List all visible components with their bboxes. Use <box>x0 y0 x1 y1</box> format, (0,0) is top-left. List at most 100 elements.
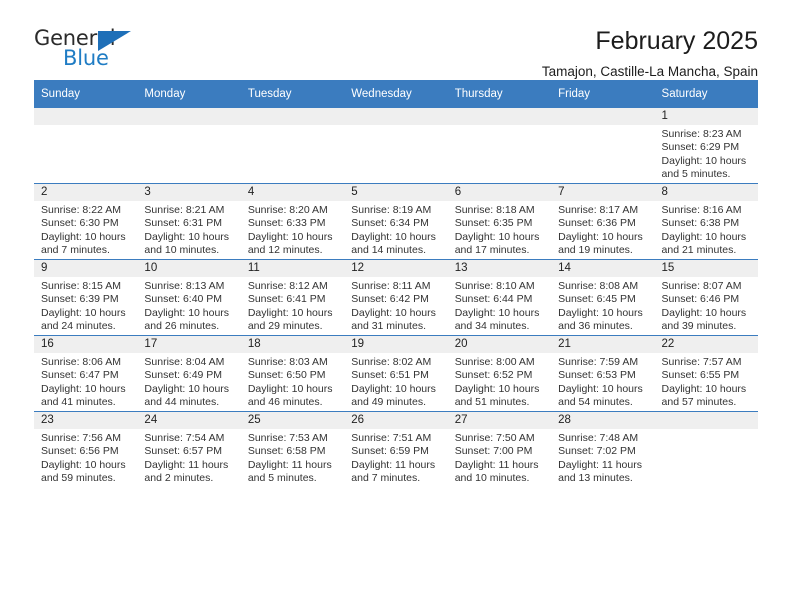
sunrise-time: Sunrise: 7:48 AM <box>558 432 639 444</box>
day-details: Sunrise: 8:10 AM Sunset: 6:44 PM Daylight:… <box>448 277 551 334</box>
day-details: Sunrise: 8:07 AM Sunset: 6:46 PM Daylight:… <box>655 277 758 334</box>
calendar-day-cell[interactable]: 16 Sunrise: 8:06 AM Sunset: 6:47 PM Dayligh… <box>34 335 138 412</box>
day-details: Sunrise: 7:53 AM Sunset: 6:58 PM Daylight:… <box>241 429 344 486</box>
daylight-duration-line1: Daylight: 10 hours <box>144 306 230 319</box>
day-details <box>655 429 758 432</box>
calendar-day-cell[interactable]: 2 Sunrise: 8:22 AM Sunset: 6:30 PM Daylight… <box>34 183 138 260</box>
daylight-duration-line2: and 41 minutes. <box>41 396 116 409</box>
day-number: 17 <box>137 336 241 353</box>
daylight-duration-line1: Daylight: 10 hours <box>144 230 230 243</box>
calendar-day-cell[interactable]: 9 Sunrise: 8:15 AM Sunset: 6:39 PM Daylight… <box>34 259 138 336</box>
calendar-day-cell[interactable]: 22 Sunrise: 7:57 AM Sunset: 6:55 PM Dayligh… <box>654 335 758 412</box>
calendar-day-cell[interactable]: 26 Sunrise: 7:51 AM Sunset: 6:59 PM Dayligh… <box>344 411 448 487</box>
calendar-day-cell[interactable]: 14 Sunrise: 8:08 AM Sunset: 6:45 PM Dayligh… <box>551 259 655 336</box>
daylight-duration-line1: Daylight: 11 hours <box>247 458 332 471</box>
day-details: Sunrise: 8:08 AM Sunset: 6:45 PM Daylight:… <box>551 277 654 334</box>
day-number: 19 <box>344 336 448 353</box>
weekday-header-thursday: Thursday <box>447 80 552 108</box>
calendar-day-cell-empty <box>654 411 758 487</box>
sunset-time: Sunset: 6:55 PM <box>661 369 740 382</box>
daylight-duration-line1: Daylight: 10 hours <box>247 230 333 243</box>
sunrise-time: Sunrise: 7:59 AM <box>558 356 639 368</box>
sunrise-time: Sunrise: 8:11 AM <box>351 280 431 292</box>
day-number: 11 <box>240 260 345 277</box>
daylight-duration-line1: Daylight: 11 hours <box>144 458 229 471</box>
day-number: 27 <box>447 412 552 429</box>
calendar-day-cell[interactable]: 19 Sunrise: 8:02 AM Sunset: 6:51 PM Dayligh… <box>344 335 448 412</box>
weekday-header-tuesday: Tuesday <box>240 80 345 108</box>
day-number: 20 <box>447 336 552 353</box>
sunset-time: Sunset: 6:31 PM <box>144 217 223 230</box>
calendar-day-cell[interactable]: 8 Sunrise: 8:16 AM Sunset: 6:38 PM Daylight… <box>654 183 758 260</box>
calendar-day-cell-empty <box>240 108 345 184</box>
calendar-day-cell[interactable]: 4 Sunrise: 8:20 AM Sunset: 6:33 PM Daylight… <box>240 183 345 260</box>
sunset-time: Sunset: 6:41 PM <box>247 293 326 306</box>
daylight-duration-line1: Daylight: 10 hours <box>144 382 230 395</box>
daylight-duration-line1: Daylight: 10 hours <box>41 230 126 243</box>
sunset-time: Sunset: 7:00 PM <box>454 445 533 458</box>
day-details: Sunrise: 8:15 AM Sunset: 6:39 PM Daylight:… <box>34 277 137 334</box>
calendar-day-cell[interactable]: 20 Sunrise: 8:00 AM Sunset: 6:52 PM Dayligh… <box>447 335 552 412</box>
daylight-duration-line1: Daylight: 10 hours <box>661 306 747 319</box>
daylight-duration-line1: Daylight: 10 hours <box>558 230 643 243</box>
calendar-body: 1 Sunrise: 8:23 AM Sunset: 6:29 PM Daylight… <box>34 108 758 487</box>
calendar-day-cell[interactable]: 25 Sunrise: 7:53 AM Sunset: 6:58 PM Dayligh… <box>240 411 345 487</box>
calendar-day-cell[interactable]: 23 Sunrise: 7:56 AM Sunset: 6:56 PM Dayligh… <box>34 411 138 487</box>
calendar-day-cell[interactable]: 18 Sunrise: 8:03 AM Sunset: 6:50 PM Dayligh… <box>240 335 345 412</box>
calendar-day-cell[interactable]: 10 Sunrise: 8:13 AM Sunset: 6:40 PM Dayligh… <box>137 259 241 336</box>
sunset-time: Sunset: 6:29 PM <box>661 141 740 154</box>
calendar-day-cell[interactable]: 17 Sunrise: 8:04 AM Sunset: 6:49 PM Dayligh… <box>137 335 241 412</box>
calendar-day-cell[interactable]: 13 Sunrise: 8:10 AM Sunset: 6:44 PM Dayligh… <box>447 259 552 336</box>
calendar-day-cell[interactable]: 6 Sunrise: 8:18 AM Sunset: 6:35 PM Daylight… <box>447 183 552 260</box>
daylight-duration-line2: and 51 minutes. <box>454 396 530 409</box>
daylight-duration-line1: Daylight: 10 hours <box>41 458 126 471</box>
daylight-duration-line2: and 31 minutes. <box>351 320 426 333</box>
day-details: Sunrise: 8:13 AM Sunset: 6:40 PM Daylight:… <box>137 277 240 334</box>
day-details <box>137 125 240 128</box>
calendar-day-cell[interactable]: 15 Sunrise: 8:07 AM Sunset: 6:46 PM Dayligh… <box>654 259 758 336</box>
day-details: Sunrise: 8:06 AM Sunset: 6:47 PM Daylight:… <box>34 353 137 410</box>
brand-logo[interactable]: General Blue <box>34 26 144 74</box>
day-details: Sunrise: 8:11 AM Sunset: 6:42 PM Daylight:… <box>344 277 447 334</box>
calendar-day-cell[interactable]: 1 Sunrise: 8:23 AM Sunset: 6:29 PM Daylight… <box>654 108 758 184</box>
day-details <box>34 125 137 128</box>
day-details: Sunrise: 8:03 AM Sunset: 6:50 PM Daylight:… <box>241 353 344 410</box>
calendar-day-cell-empty <box>551 108 655 184</box>
sunrise-sunset-calendar: Sunday Monday Tuesday Wednesday Thursday… <box>34 80 758 487</box>
day-number: 25 <box>240 412 345 429</box>
sunrise-time: Sunrise: 8:21 AM <box>144 204 225 216</box>
daylight-duration-line1: Daylight: 10 hours <box>558 382 643 395</box>
calendar-day-cell-empty <box>137 108 241 184</box>
sunrise-time: Sunrise: 8:20 AM <box>247 204 328 216</box>
day-number: 21 <box>551 336 655 353</box>
calendar-day-cell[interactable]: 11 Sunrise: 8:12 AM Sunset: 6:41 PM Dayligh… <box>240 259 345 336</box>
daylight-duration-line1: Daylight: 11 hours <box>454 458 539 471</box>
sunset-time: Sunset: 6:51 PM <box>351 369 429 382</box>
day-details: Sunrise: 8:20 AM Sunset: 6:33 PM Daylight:… <box>241 201 344 258</box>
sunset-time: Sunset: 6:47 PM <box>41 369 119 382</box>
day-details: Sunrise: 8:23 AM Sunset: 6:29 PM Daylight:… <box>655 125 758 182</box>
calendar-day-cell[interactable]: 27 Sunrise: 7:50 AM Sunset: 7:00 PM Dayligh… <box>447 411 552 487</box>
day-details: Sunrise: 8:00 AM Sunset: 6:52 PM Daylight:… <box>448 353 551 410</box>
calendar-day-cell[interactable]: 28 Sunrise: 7:48 AM Sunset: 7:02 PM Dayligh… <box>551 411 655 487</box>
calendar-day-cell[interactable]: 5 Sunrise: 8:19 AM Sunset: 6:34 PM Daylight… <box>344 183 448 260</box>
daylight-duration-line2: and 24 minutes. <box>41 320 116 333</box>
sunset-time: Sunset: 6:50 PM <box>247 369 326 382</box>
sunrise-time: Sunrise: 7:56 AM <box>41 432 121 444</box>
sunset-time: Sunset: 6:56 PM <box>41 445 119 458</box>
calendar-day-cell[interactable]: 21 Sunrise: 7:59 AM Sunset: 6:53 PM Dayligh… <box>551 335 655 412</box>
calendar-page: General Blue February 2025 Tamajon, Cast… <box>0 0 792 612</box>
weekday-header-friday: Friday <box>551 80 655 108</box>
calendar-day-cell[interactable]: 12 Sunrise: 8:11 AM Sunset: 6:42 PM Dayligh… <box>344 259 448 336</box>
page-title: February 2025 <box>595 27 758 55</box>
sunrise-time: Sunrise: 8:15 AM <box>41 280 121 292</box>
day-details: Sunrise: 8:16 AM Sunset: 6:38 PM Daylight:… <box>655 201 758 258</box>
calendar-day-cell[interactable]: 24 Sunrise: 7:54 AM Sunset: 6:57 PM Dayligh… <box>137 411 241 487</box>
daylight-duration-line1: Daylight: 10 hours <box>661 230 747 243</box>
calendar-day-cell[interactable]: 3 Sunrise: 8:21 AM Sunset: 6:31 PM Daylight… <box>137 183 241 260</box>
sunrise-time: Sunrise: 8:13 AM <box>144 280 225 292</box>
calendar-day-cell-empty <box>344 108 448 184</box>
sunset-time: Sunset: 6:30 PM <box>41 217 119 230</box>
brand-name-blue: Blue <box>63 46 109 70</box>
calendar-day-cell[interactable]: 7 Sunrise: 8:17 AM Sunset: 6:36 PM Daylight… <box>551 183 655 260</box>
